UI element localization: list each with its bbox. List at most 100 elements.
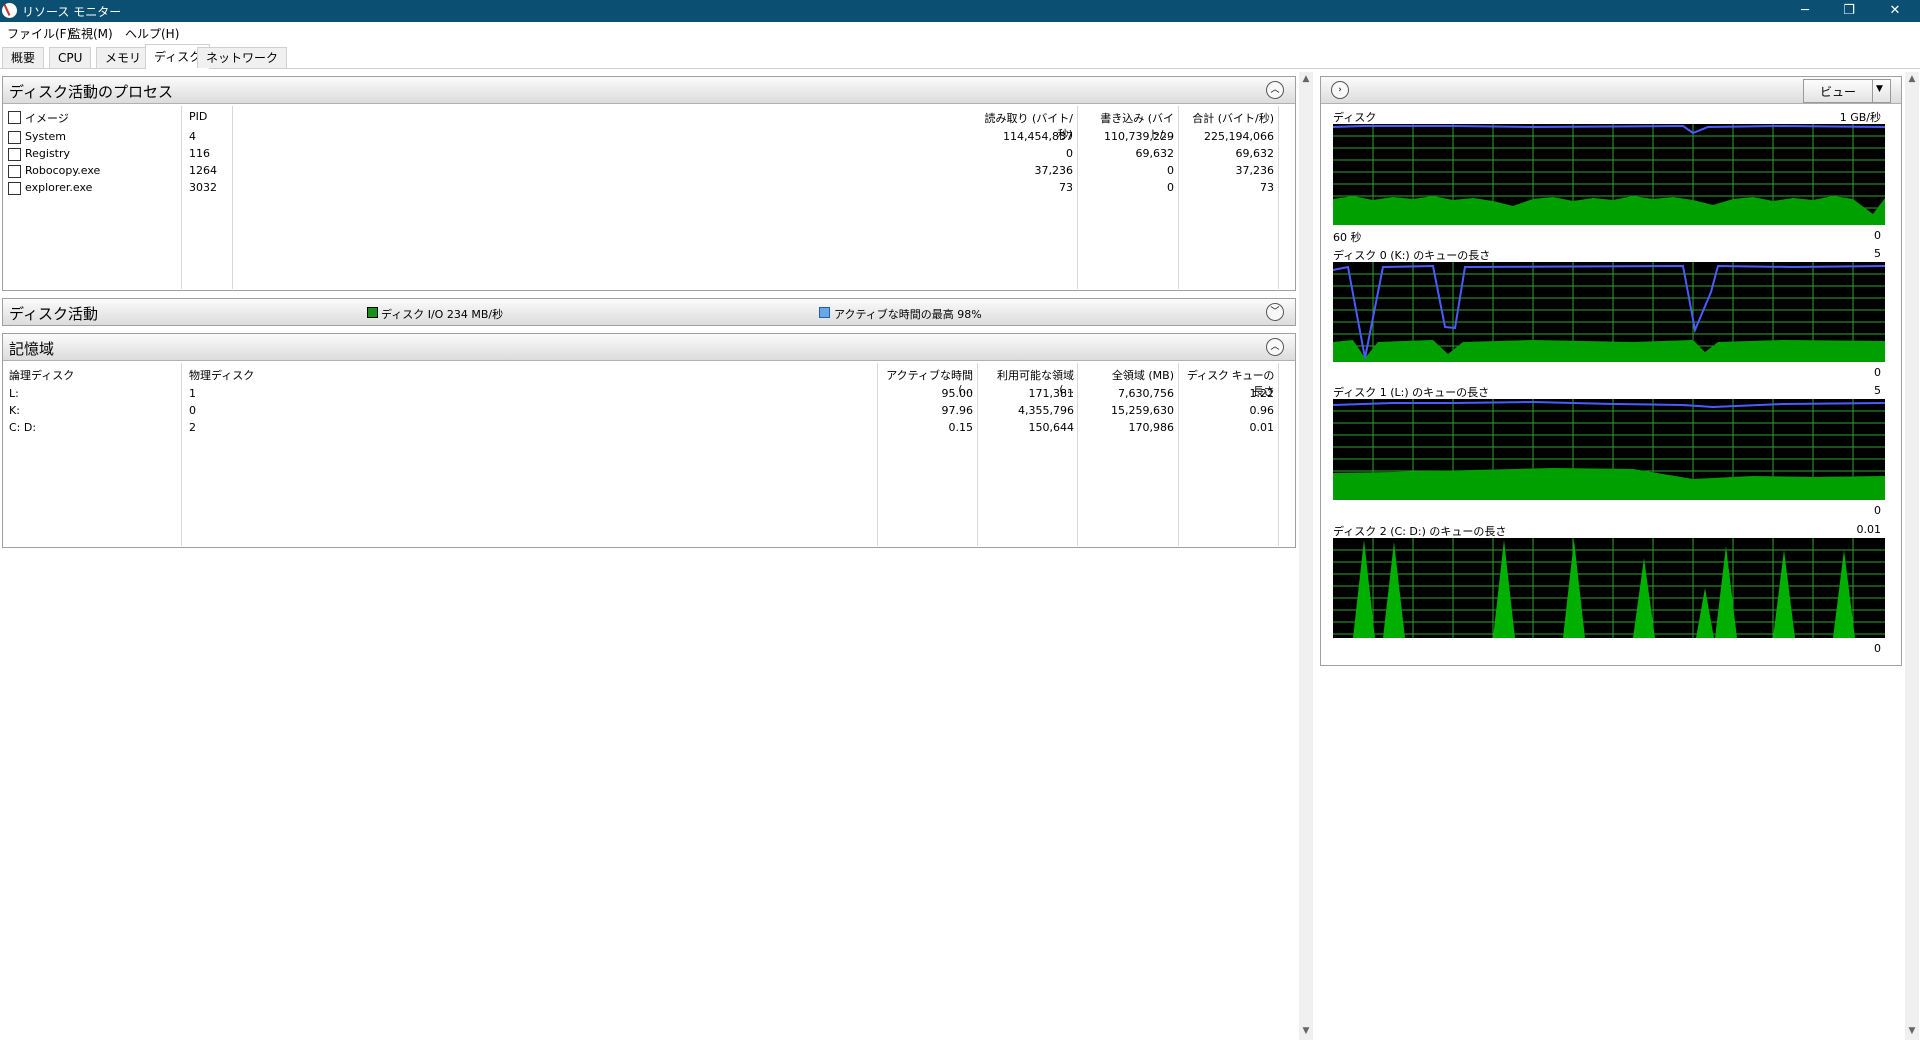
scroll-up-icon[interactable]: ▲ <box>1905 72 1919 86</box>
disk1-queue-graph <box>1333 399 1885 500</box>
active-time-legend-icon <box>819 307 830 318</box>
queue-length: 0.96 <box>1249 404 1275 417</box>
disk0-queue-graph <box>1333 262 1885 362</box>
tab-network[interactable]: ネットワーク <box>197 47 288 68</box>
disk-activity-panel: ディスク活動 ディスク I/O 234 MB/秒 アクティブな時間の最高 98%… <box>2 298 1296 326</box>
process-image: Robocopy.exe <box>25 164 101 177</box>
left-scrollbar[interactable]: ▲ ▼ <box>1299 72 1313 1040</box>
process-pid: 3032 <box>189 181 217 194</box>
view-dropdown[interactable]: ビュー ▼ <box>1803 79 1891 103</box>
graph-max: 0.01 <box>1856 523 1882 536</box>
row-checkbox[interactable] <box>8 131 21 144</box>
tab-memory[interactable]: メモリ <box>96 47 151 68</box>
scroll-up-icon[interactable]: ▲ <box>1299 72 1313 86</box>
active-time: 95.00 <box>941 387 974 400</box>
graph-max: 5 <box>1874 247 1881 260</box>
process-image: Registry <box>25 147 71 160</box>
process-pid: 116 <box>189 147 210 160</box>
physical-disk: 2 <box>189 421 196 434</box>
graph-label: ディスク 1 (L:) のキューの長さ <box>1333 386 1490 399</box>
row-checkbox[interactable] <box>8 165 21 178</box>
process-pid: 4 <box>189 130 196 143</box>
menu-bar: ファイル(F) 監視(M) ヘルプ(H) <box>0 22 1920 42</box>
col-physical-disk[interactable]: 物理ディスク <box>189 367 254 383</box>
window-title: リソース モニター <box>22 5 122 19</box>
collapse-icon[interactable]: ︿ <box>1266 81 1284 99</box>
collapse-icon[interactable]: ︿ <box>1266 338 1284 356</box>
panel-title: ディスク活動 <box>9 305 98 323</box>
process-image: explorer.exe <box>25 181 93 194</box>
logical-disk: C: D: <box>9 421 37 434</box>
scroll-down-icon[interactable]: ▼ <box>1905 1024 1919 1038</box>
col-image[interactable]: イメージ <box>25 110 69 126</box>
tab-bar: 概要 CPU メモリ ディスク ネットワーク <box>0 44 1920 69</box>
logical-disk: L: <box>9 387 19 400</box>
physical-disk: 0 <box>189 404 196 417</box>
process-write: 0 <box>1167 181 1174 194</box>
process-write: 0 <box>1167 164 1174 177</box>
disk0-queue-chart <box>1333 262 1885 362</box>
graphs-header: › ビュー ▼ <box>1321 77 1901 104</box>
disk-graph <box>1333 124 1885 225</box>
graph-max: 5 <box>1874 384 1881 397</box>
process-write: 69,632 <box>1135 147 1175 160</box>
row-checkbox[interactable] <box>8 148 21 161</box>
process-read: 0 <box>1066 147 1073 160</box>
col-total-space[interactable]: 全領域 (MB) <box>1079 367 1174 383</box>
disk-io-legend-icon <box>367 307 378 318</box>
active-time-legend: アクティブな時間の最高 98% <box>834 308 982 321</box>
disk2-queue-chart <box>1333 538 1885 638</box>
graph-label: ディスク 0 (K:) のキューの長さ <box>1333 249 1491 262</box>
process-total: 37,236 <box>1235 164 1275 177</box>
tab-cpu[interactable]: CPU <box>49 47 92 68</box>
process-pid: 1264 <box>189 164 217 177</box>
process-total: 69,632 <box>1235 147 1275 160</box>
disk-io-legend: ディスク I/O 234 MB/秒 <box>381 308 504 321</box>
restore-button[interactable]: ❐ <box>1826 0 1872 22</box>
row-checkbox[interactable] <box>8 182 21 195</box>
chevron-down-icon: ▼ <box>1876 84 1883 94</box>
scroll-down-icon[interactable]: ▼ <box>1299 1024 1313 1038</box>
disk-processes-panel: ディスク活動のプロセス ︿ イメージ PID 読み取り (バイト/秒) 書き込み… <box>2 76 1296 291</box>
menu-help[interactable]: ヘルプ(H) <box>125 25 179 42</box>
graph-min: 0 <box>1874 642 1881 655</box>
minimize-button[interactable]: ─ <box>1782 0 1828 22</box>
total-space: 7,630,756 <box>1118 387 1174 400</box>
disk-io-chart <box>1333 124 1885 225</box>
col-logical-disk[interactable]: 論理ディスク <box>9 367 74 383</box>
graph-label: ディスク <box>1333 111 1377 124</box>
menu-monitor[interactable]: 監視(M) <box>69 25 113 42</box>
right-scrollbar[interactable]: ▲ ▼ <box>1905 72 1919 1040</box>
queue-length: 1.22 <box>1249 387 1275 400</box>
panel-header[interactable]: 記憶域 ︿ <box>3 334 1295 361</box>
active-time: 0.15 <box>948 421 974 434</box>
process-read: 37,236 <box>1034 164 1074 177</box>
tab-overview[interactable]: 概要 <box>2 47 45 68</box>
expand-icon[interactable]: ﹀ <box>1266 303 1284 321</box>
menu-file[interactable]: ファイル(F) <box>7 25 71 42</box>
disk2-queue-graph <box>1333 538 1885 638</box>
available-space: 4,355,796 <box>1018 404 1074 417</box>
panel-header[interactable]: ディスク活動 ディスク I/O 234 MB/秒 アクティブな時間の最高 98%… <box>3 299 1295 325</box>
process-write: 110,739,229 <box>1104 130 1174 143</box>
storage-panel: 記憶域 ︿ 論理ディスク 物理ディスク アクティブな時間 (... 利用可能な領… <box>2 333 1296 548</box>
process-read: 73 <box>1059 181 1073 194</box>
process-image: System <box>25 130 67 143</box>
active-time: 97.96 <box>941 404 974 417</box>
resource-monitor-icon <box>2 3 17 18</box>
disk1-queue-chart <box>1333 399 1885 500</box>
select-all-checkbox[interactable] <box>8 111 21 124</box>
graph-min: 0 <box>1874 229 1881 242</box>
graphs-panel: › ビュー ▼ ディスク 1 GB/秒 60 秒 0 ディスク 0 (K:) の… <box>1320 76 1902 666</box>
col-pid[interactable]: PID <box>189 110 207 123</box>
panel-header[interactable]: ディスク活動のプロセス ︿ <box>3 77 1295 104</box>
graph-min: 0 <box>1874 504 1881 517</box>
panel-title: 記憶域 <box>9 340 55 358</box>
title-bar: リソース モニター ─ ❐ ✕ <box>0 0 1920 22</box>
col-total[interactable]: 合計 (バイト/秒) <box>1180 110 1274 126</box>
available-space: 171,381 <box>1028 387 1075 400</box>
graph-min: 0 <box>1874 366 1881 379</box>
close-button[interactable]: ✕ <box>1872 0 1918 22</box>
expand-right-icon[interactable]: › <box>1331 81 1349 99</box>
process-total: 225,194,066 <box>1204 130 1274 143</box>
